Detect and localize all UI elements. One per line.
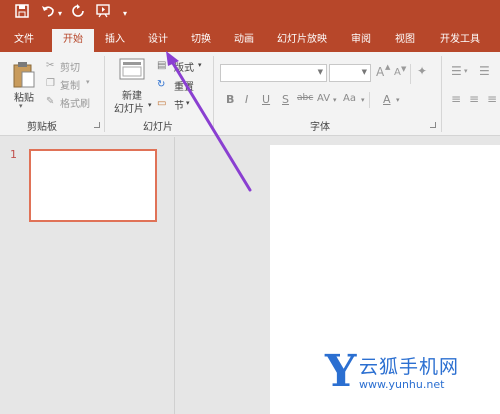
section-dropdown-icon: ▾ [186, 99, 190, 107]
grow-font-icon: ▲ [385, 63, 391, 71]
new-slide-label-2: 幻灯片 [114, 104, 144, 115]
reset-button[interactable]: 重置 [174, 78, 194, 93]
bullets-dropdown-icon: ▾ [464, 67, 468, 75]
divider [410, 64, 411, 84]
save-icon[interactable] [15, 4, 29, 24]
shadow-button[interactable]: S [282, 93, 289, 106]
section-icon: ▭ [157, 98, 167, 109]
group-divider [441, 56, 442, 132]
font-name-combo[interactable]: ▼ [220, 64, 327, 82]
align-center-icon[interactable]: ≡ [469, 92, 479, 106]
tab-animations[interactable]: 动画 [226, 28, 262, 52]
italic-button[interactable]: I [245, 93, 248, 106]
spacing-dropdown-icon: ▾ [333, 96, 337, 104]
tab-view[interactable]: 视图 [387, 28, 423, 52]
undo-dropdown-icon[interactable]: ▾ [58, 4, 62, 24]
grow-font-button[interactable]: A [376, 65, 384, 79]
customize-qat-icon[interactable]: ▾ [123, 4, 127, 24]
shrink-font-button[interactable]: A [394, 67, 401, 78]
divider [369, 92, 370, 108]
new-slide-dropdown-icon: ▾ [148, 101, 152, 109]
slide-number: 1 [10, 148, 17, 161]
align-right-icon[interactable]: ≡ [487, 92, 497, 106]
layout-button[interactable]: 版式 [174, 59, 194, 74]
format-painter-button[interactable]: 格式刷 [60, 95, 90, 110]
group-divider [104, 56, 105, 132]
bold-button[interactable]: B [226, 93, 234, 106]
font-color-dropdown-icon: ▾ [396, 96, 400, 104]
paste-dropdown-icon: ▾ [19, 102, 23, 110]
tab-transitions[interactable]: 切换 [183, 28, 219, 52]
tab-review[interactable]: 审阅 [343, 28, 379, 52]
reset-icon: ↻ [157, 79, 166, 90]
start-from-beginning-icon[interactable] [96, 4, 112, 24]
font-size-combo[interactable]: ▼ [329, 64, 371, 82]
section-button[interactable]: 节 [174, 97, 184, 112]
ribbon-tabs: 文件 开始 插入 设计 切换 动画 幻灯片放映 审阅 视图 开发工具 [0, 28, 500, 52]
character-spacing-button[interactable]: AV [317, 93, 330, 104]
layout-icon: ▤ [157, 60, 167, 71]
layout-dropdown-icon: ▾ [198, 61, 202, 69]
redo-icon[interactable] [71, 4, 85, 24]
quick-access-toolbar: ▾ ▾ [0, 0, 500, 28]
font-group-title: 字体 [310, 122, 330, 133]
font-launcher-icon[interactable] [430, 122, 436, 128]
clear-formatting-icon[interactable]: ✦ [417, 64, 427, 78]
bullets-icon[interactable]: ☰ [451, 64, 462, 78]
font-color-button[interactable]: A [383, 93, 391, 106]
tab-slide-show[interactable]: 幻灯片放映 [270, 28, 334, 52]
watermark-name: 云狐手机网 [359, 356, 460, 378]
tab-home[interactable]: 开始 [52, 29, 94, 52]
undo-icon[interactable] [41, 4, 55, 24]
change-case-button[interactable]: Aa [343, 93, 356, 104]
font-name-dropdown-icon: ▼ [317, 68, 323, 76]
ribbon: 粘贴 ▾ ✂ 剪切 ❐ 复制 ▾ ✎ 格式刷 剪贴板 新建 幻灯片 ▾ ▤ 版式… [0, 52, 500, 136]
numbering-icon[interactable]: ☰ [479, 64, 490, 78]
slides-group-title: 幻灯片 [143, 122, 173, 133]
cut-button[interactable]: 剪切 [60, 59, 80, 74]
font-size-dropdown-icon: ▼ [361, 68, 367, 76]
copy-button[interactable]: 复制 [60, 77, 80, 92]
tab-developer[interactable]: 开发工具 [432, 28, 488, 52]
strikethrough-button[interactable]: abc [297, 93, 313, 103]
clipboard-group-title: 剪贴板 [27, 122, 57, 133]
new-slide-icon [119, 58, 145, 80]
group-divider [213, 56, 214, 132]
shrink-font-icon: ▼ [401, 65, 407, 73]
watermark-logo-letter: Y [325, 346, 357, 397]
tab-file[interactable]: 文件 [6, 28, 42, 52]
copy-dropdown-icon: ▾ [86, 78, 90, 86]
underline-button[interactable]: U [262, 93, 270, 106]
tab-insert[interactable]: 插入 [97, 28, 133, 52]
watermark-url: www.yunhu.net [359, 378, 445, 391]
paste-label: 粘贴 [14, 93, 34, 104]
clipboard-launcher-icon[interactable] [94, 122, 100, 128]
tab-design[interactable]: 设计 [140, 28, 176, 52]
align-left-icon[interactable]: ≡ [451, 92, 461, 106]
paste-icon [13, 62, 35, 88]
format-painter-icon: ✎ [46, 96, 55, 107]
copy-icon: ❐ [46, 78, 55, 89]
cut-icon: ✂ [46, 60, 55, 71]
slide-thumbnail[interactable] [29, 149, 157, 222]
case-dropdown-icon: ▾ [361, 96, 365, 104]
